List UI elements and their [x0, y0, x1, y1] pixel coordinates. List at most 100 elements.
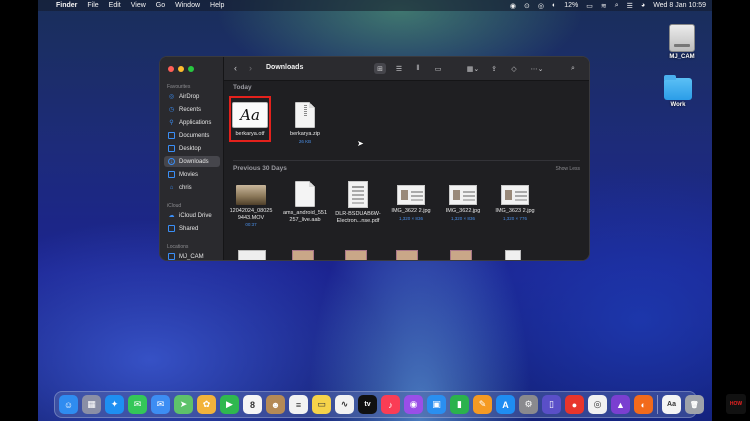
show-less-link[interactable]: Show Less — [556, 166, 580, 172]
facetime-icon[interactable]: ▶ — [220, 395, 239, 414]
control-centre-icon[interactable]: ☰ — [627, 2, 633, 10]
reminders-icon[interactable]: ≡ — [289, 395, 308, 414]
desktop-item-mj-cam[interactable]: MJ_CAM — [657, 24, 707, 60]
font-book-icon[interactable]: Aa — [662, 395, 681, 414]
iphone-mirroring-icon[interactable]: ▯ — [542, 395, 561, 414]
notes-icon[interactable]: ▭ — [312, 395, 331, 414]
partial-file-thumbnail[interactable] — [238, 250, 266, 260]
desktop-item-work[interactable]: Work — [653, 75, 703, 108]
sidebar-item-mj-cam[interactable]: MJ_CAM — [164, 251, 220, 260]
siri-icon[interactable]: ◕ — [641, 2, 645, 9]
sidebar-item-recents[interactable]: ◷ Recents — [164, 104, 220, 115]
minimize-window-button[interactable] — [178, 66, 184, 72]
sidebar-item-documents[interactable]: Documents — [164, 130, 220, 141]
trash-icon[interactable]: 🗑 — [685, 395, 704, 414]
spotlight-search-icon[interactable]: ⌕ — [615, 2, 619, 10]
file-item-berkarya-otf[interactable]: Aa berkarya.otf — [220, 102, 280, 138]
file-item-berkarya-zip[interactable]: berkarya.zip 26 KB — [275, 102, 335, 144]
sidebar-item-desktop[interactable]: Desktop — [164, 143, 220, 154]
file-item-mov[interactable]: 12042024_08025 9443.MOV 00:37 — [221, 181, 281, 227]
menu-clock[interactable]: Wed 8 Jan 10:59 — [653, 2, 706, 9]
icon-view-icon[interactable]: ⊞ — [374, 63, 386, 74]
screen-record-status-icon[interactable]: ◉ — [510, 2, 516, 10]
user-account-icon[interactable]: ⊙ — [524, 2, 530, 10]
tag-icon[interactable]: ◇ — [508, 63, 520, 74]
control-centre-alt-icon[interactable]: ◐ — [552, 2, 556, 9]
desktop-icon — [168, 145, 175, 152]
mail-icon[interactable]: ✉ — [151, 395, 170, 414]
image-dimensions: 1,320 × 836 — [399, 215, 423, 221]
gallery-view-icon[interactable]: ▭ — [432, 63, 444, 74]
column-view-icon[interactable]: ⫴ — [412, 63, 424, 74]
menu-window[interactable]: Window — [175, 2, 200, 9]
app-store-icon[interactable]: A — [496, 395, 515, 414]
pages-icon[interactable]: ✎ — [473, 395, 492, 414]
firefox-icon[interactable]: ◐ — [634, 395, 653, 414]
messages-icon[interactable]: ✉ — [128, 395, 147, 414]
list-view-icon[interactable]: ☰ — [393, 63, 405, 74]
more-actions-icon[interactable]: ⋯⌄ — [528, 63, 546, 74]
partial-file-thumbnail[interactable] — [345, 250, 367, 260]
contacts-icon[interactable]: ☻ — [266, 395, 285, 414]
safari-icon[interactable]: ✦ — [105, 395, 124, 414]
image-thumbnail — [449, 185, 477, 205]
zip-file-icon — [295, 102, 315, 128]
chrome-icon[interactable]: ◎ — [588, 395, 607, 414]
back-chevron-icon[interactable]: ‹ — [234, 63, 237, 73]
photos-icon[interactable]: ✿ — [197, 395, 216, 414]
sidebar-item-movies[interactable]: Movies — [164, 169, 220, 180]
music-icon[interactable]: ♪ — [381, 395, 400, 414]
menu-file[interactable]: File — [87, 2, 98, 9]
partial-file-thumbnail[interactable] — [450, 250, 472, 260]
channel-logo: HOW — [726, 394, 746, 414]
partial-file-thumbnail[interactable] — [505, 250, 521, 260]
sidebar-item-label: chris — [179, 184, 192, 191]
calendar-icon[interactable]: 8 — [243, 395, 262, 414]
file-item-aab[interactable]: ams_android_551 257_live.aab — [275, 181, 335, 223]
menu-view[interactable]: View — [131, 2, 146, 9]
system-settings-icon[interactable]: ⚙ — [519, 395, 538, 414]
group-by-icon[interactable]: ▦⌄ — [464, 63, 482, 74]
partial-file-thumbnail[interactable] — [292, 250, 314, 260]
sidebar-item-icloud-drive[interactable]: ☁ iCloud Drive — [164, 210, 220, 221]
sidebar-item-downloads[interactable]: ↓ Downloads — [164, 156, 220, 167]
freeform-icon[interactable]: ∿ — [335, 395, 354, 414]
menu-go[interactable]: Go — [156, 2, 165, 9]
close-window-button[interactable] — [168, 66, 174, 72]
sidebar-item-applications[interactable]: ⚲ Applications — [164, 117, 220, 128]
menu-app-name[interactable]: Finder — [56, 2, 77, 9]
file-item-img-3622-2[interactable]: IMG_3622 2.jpg 1,320 × 836 — [381, 181, 441, 221]
maps-icon[interactable]: ➤ — [174, 395, 193, 414]
share-icon[interactable]: ⇪ — [488, 63, 500, 74]
search-icon[interactable]: ⌕ — [567, 63, 579, 74]
menu-help[interactable]: Help — [210, 2, 224, 9]
menu-edit[interactable]: Edit — [109, 2, 121, 9]
sidebar-item-shared[interactable]: Shared — [164, 223, 220, 234]
sidebar-item-label: MJ_CAM — [179, 253, 204, 260]
file-item-pdf[interactable]: DLR-BSDUAB6W- Electron...nse.pdf — [328, 181, 388, 224]
launchpad-icon[interactable]: ▦ — [82, 395, 101, 414]
file-item-img-3622[interactable]: IMG_3622.jpg 1,320 × 836 — [433, 181, 493, 221]
podcasts-icon[interactable]: ◉ — [404, 395, 423, 414]
zoom-window-button[interactable] — [188, 66, 194, 72]
file-name-line2: 9443.MOV — [237, 214, 265, 221]
dock: ☺ ▦ ✦ ✉ ✉ ➤ ✿ ▶ 8 ☻ ≡ ▭ ∿ tv ♪ ◉ ▣ ▮ ✎ A ⚙ ▯ ● ◎ ▲ ◐ Aa 🗑 — [54, 391, 704, 418]
keynote-icon[interactable]: ▣ — [427, 395, 446, 414]
partial-file-thumbnail[interactable] — [396, 250, 418, 260]
numbers-icon[interactable]: ▮ — [450, 395, 469, 414]
sidebar-item-chris[interactable]: ⌂ chris — [164, 182, 220, 193]
file-name-line2: Electron...nse.pdf — [336, 217, 380, 224]
wifi-icon[interactable]: ≋ — [601, 2, 607, 10]
sidebar-section-locations: Locations — [167, 244, 189, 250]
vpn-icon[interactable]: ◎ — [538, 2, 544, 10]
image-dimensions: 1,320 × 776 — [503, 215, 527, 221]
sidebar-item-label: Recents — [179, 106, 202, 113]
finder-icon[interactable]: ☺ — [59, 395, 78, 414]
affinity-icon[interactable]: ▲ — [611, 395, 630, 414]
screen-recorder-icon[interactable]: ● — [565, 395, 584, 414]
forward-chevron-icon[interactable]: › — [249, 63, 252, 73]
sidebar-item-airdrop[interactable]: ◎ AirDrop — [164, 91, 220, 102]
file-item-img-3623-2[interactable]: IMG_3623 2.jpg 1,320 × 776 — [485, 181, 545, 221]
apple-tv-icon[interactable]: tv — [358, 395, 377, 414]
battery-icon[interactable]: ▭ — [586, 2, 593, 10]
